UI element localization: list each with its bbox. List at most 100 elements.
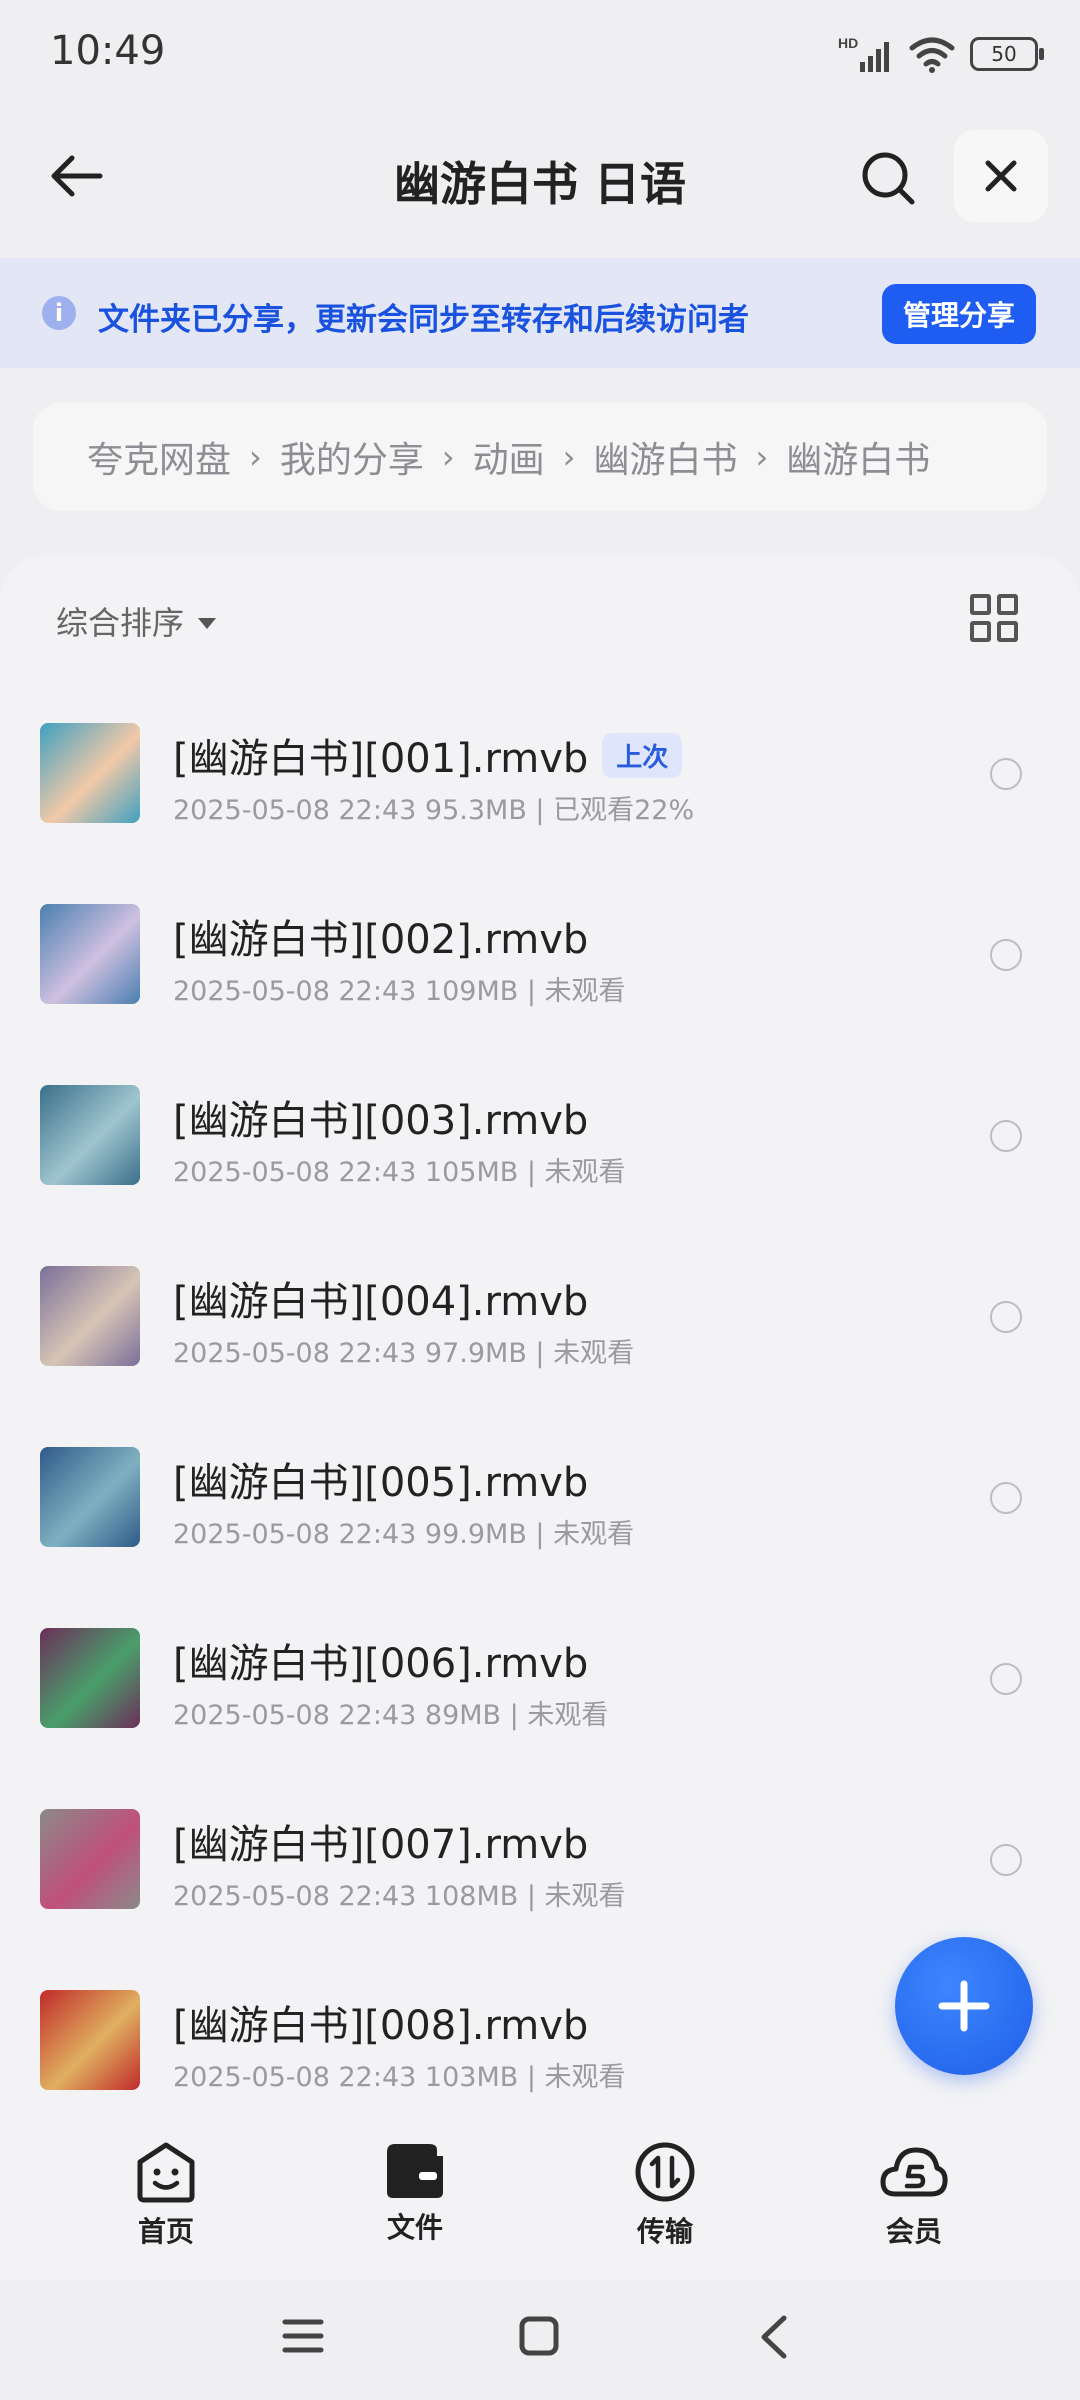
file-date: 2025-05-08 22:43 [173, 1881, 417, 1912]
grid-view-icon[interactable] [970, 594, 1018, 642]
file-size: 89MB [424, 1700, 502, 1731]
info-icon: i [42, 296, 76, 330]
chevron-right-icon: › [249, 438, 262, 476]
watch-status: 未观看 [544, 2062, 626, 2093]
nav-home[interactable]: 首页 [91, 2140, 241, 2250]
select-radio[interactable] [990, 1301, 1022, 1333]
file-name: [幽游白书][005].rmvb [173, 1460, 589, 1506]
select-radio[interactable] [990, 758, 1022, 790]
smiley-icon [137, 2142, 195, 2203]
transfer-icon [635, 2142, 695, 2202]
video-thumbnail [40, 1628, 140, 1728]
battery-indicator: 50 [970, 37, 1044, 71]
add-button[interactable] [895, 1937, 1033, 2075]
file-list: [幽游白书][001].rmvb 上次 2025-05-08 22:43 95.… [0, 690, 1080, 2138]
file-meta: 2025-05-08 22:43 103MB | 未观看 [173, 2062, 626, 2093]
status-time: 10:49 [50, 28, 166, 74]
watch-status: 已观看22% [553, 795, 695, 826]
file-name: [幽游白书][004].rmvb [173, 1279, 589, 1325]
breadcrumb-item-yuyu[interactable]: 幽游白书 [593, 431, 737, 483]
folder-icon [387, 2144, 443, 2198]
back-chevron-icon[interactable] [756, 2314, 790, 2360]
nav-home-label: 首页 [137, 2215, 194, 2248]
file-name: [幽游白书][008].rmvb [173, 2003, 589, 2049]
breadcrumb-item-root[interactable]: 夸克网盘 [87, 431, 231, 483]
nav-transfer-label: 传输 [636, 2215, 693, 2248]
select-radio[interactable] [990, 1844, 1022, 1876]
file-size: 109MB [424, 976, 519, 1007]
file-date: 2025-05-08 22:43 [173, 1338, 417, 1369]
cloud-vip-icon [880, 2147, 948, 2197]
file-size: 99.9MB [424, 1519, 527, 1550]
nav-vip-label: 会员 [885, 2215, 942, 2248]
select-radio[interactable] [990, 1663, 1022, 1695]
share-banner-text: 文件夹已分享，更新会同步至转存和后续访问者 [98, 302, 749, 338]
file-row[interactable]: [幽游白书][002].rmvb 2025-05-08 22:43 109MB … [0, 871, 1080, 1052]
video-thumbnail [40, 904, 140, 1004]
file-row[interactable]: [幽游白书][005].rmvb 2025-05-08 22:43 99.9MB… [0, 1414, 1080, 1595]
sort-dropdown[interactable]: 综合排序 [56, 598, 217, 644]
file-meta: 2025-05-08 22:43 95.3MB | 已观看22% [173, 795, 695, 826]
menu-icon[interactable] [282, 2316, 324, 2356]
watch-status: 未观看 [553, 1338, 635, 1369]
file-date: 2025-05-08 22:43 [173, 1700, 417, 1731]
file-row[interactable]: [幽游白书][004].rmvb 2025-05-08 22:43 97.9MB… [0, 1233, 1080, 1414]
home-square-icon[interactable] [518, 2315, 560, 2357]
file-date: 2025-05-08 22:43 [173, 1519, 417, 1550]
file-size: 105MB [424, 1157, 519, 1188]
select-radio[interactable] [990, 1482, 1022, 1514]
caret-down-icon [198, 617, 217, 629]
manage-share-button[interactable]: 管理分享 [882, 284, 1036, 344]
file-size: 97.9MB [424, 1338, 527, 1369]
file-name: [幽游白书][002].rmvb [173, 917, 589, 963]
file-name: [幽游白书][003].rmvb [173, 1098, 589, 1144]
nav-files[interactable]: 文件 [340, 2140, 490, 2246]
breadcrumb-item-current[interactable]: 幽游白书 [786, 431, 930, 483]
chevron-right-icon: › [562, 438, 576, 476]
chevron-right-icon: › [441, 438, 455, 476]
nav-vip[interactable]: 会员 [839, 2140, 989, 2250]
watch-status: 未观看 [553, 1519, 635, 1550]
file-size: 108MB [424, 1881, 519, 1912]
file-name: [幽游白书][007].rmvb [173, 1822, 589, 1868]
file-size: 103MB [424, 2062, 519, 2093]
video-thumbnail [40, 1085, 140, 1185]
file-row[interactable]: [幽游白书][003].rmvb 2025-05-08 22:43 105MB … [0, 1052, 1080, 1233]
file-date: 2025-05-08 22:43 [173, 795, 417, 826]
watch-status: 未观看 [544, 1881, 626, 1912]
watch-status: 未观看 [544, 976, 626, 1007]
network-label: HD [838, 35, 858, 51]
close-icon [985, 160, 1017, 192]
search-button[interactable] [852, 142, 924, 214]
video-thumbnail [40, 1809, 140, 1909]
nav-files-label: 文件 [386, 2211, 443, 2244]
nav-transfer[interactable]: 传输 [590, 2140, 740, 2250]
file-meta: 2025-05-08 22:43 105MB | 未观看 [173, 1157, 626, 1188]
watch-status: 未观看 [527, 1700, 609, 1731]
search-icon [862, 152, 915, 205]
file-date: 2025-05-08 22:43 [173, 2062, 417, 2093]
watch-status: 未观看 [544, 1157, 626, 1188]
last-watched-badge: 上次 [602, 732, 683, 778]
file-row[interactable]: [幽游白书][001].rmvb 上次 2025-05-08 22:43 95.… [0, 690, 1080, 871]
close-button[interactable] [954, 130, 1048, 222]
file-row[interactable]: [幽游白书][007].rmvb 2025-05-08 22:43 108MB … [0, 1776, 1080, 1957]
file-meta: 2025-05-08 22:43 108MB | 未观看 [173, 1881, 626, 1912]
video-thumbnail [40, 723, 140, 823]
breadcrumb-item-my-share[interactable]: 我的分享 [280, 431, 424, 483]
file-date: 2025-05-08 22:43 [173, 976, 417, 1007]
video-thumbnail [40, 1266, 140, 1366]
file-row[interactable]: [幽游白书][006].rmvb 2025-05-08 22:43 89MB |… [0, 1595, 1080, 1776]
video-thumbnail [40, 1447, 140, 1547]
select-radio[interactable] [990, 939, 1022, 971]
signal-icon: HD [838, 35, 889, 72]
file-size: 95.3MB [424, 795, 527, 826]
plus-icon [938, 1980, 990, 2032]
chevron-right-icon: › [755, 438, 769, 476]
file-date: 2025-05-08 22:43 [173, 1157, 417, 1188]
breadcrumb-item-anime[interactable]: 动画 [473, 431, 545, 483]
file-meta: 2025-05-08 22:43 109MB | 未观看 [173, 976, 626, 1007]
select-radio[interactable] [990, 1120, 1022, 1152]
file-meta: 2025-05-08 22:43 97.9MB | 未观看 [173, 1338, 635, 1369]
file-meta: 2025-05-08 22:43 99.9MB | 未观看 [173, 1519, 635, 1550]
